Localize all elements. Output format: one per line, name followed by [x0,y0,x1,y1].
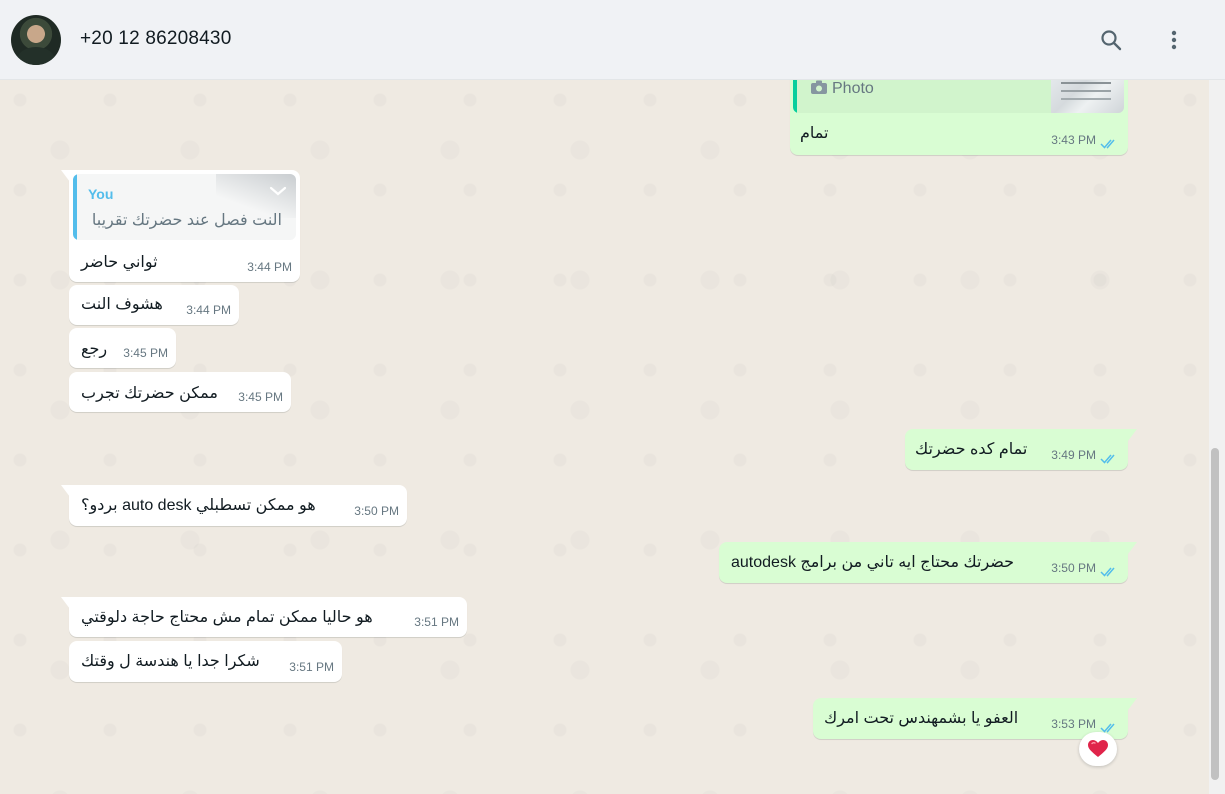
bubble-tail-incoming [61,597,70,609]
message-bubble-incoming[interactable]: You النت فصل عند حضرتك تقريبا ثواني حاضر… [69,170,300,282]
message-time: 3:51 PM [414,615,459,629]
message-time: 3:53 PM [1051,717,1096,731]
bubble-tail-outgoing [1128,698,1137,710]
quoted-message[interactable]: You النت فصل عند حضرتك تقريبا [73,174,296,240]
message-time: 3:44 PM [247,260,292,274]
avatar-figure [17,47,55,65]
message-text: رجع [81,341,108,358]
message-bubble-incoming[interactable]: هو حاليا ممكن تمام مش محتاج حاجة دلوقتي … [69,597,467,637]
message-text: هو ممكن تسطبلي auto desk بردو؟ [81,497,316,514]
quote-author: You [88,186,114,202]
contact-avatar[interactable] [11,15,61,65]
message-bubble-incoming[interactable]: ممكن حضرتك تجرب 3:45 PM [69,372,291,412]
scrollbar-thumb[interactable] [1211,448,1219,780]
contact-name[interactable]: +20 12 86208430 [80,28,231,50]
message-time: 3:45 PM [123,346,168,360]
message-text: حضرتك محتاج ايه تاني من برامج autodesk [731,554,1015,571]
bubble-tail-incoming [61,485,70,497]
message-bubble-outgoing[interactable]: العفو يا بشمهندس تحت امرك 3:53 PM [813,698,1128,739]
message-time: 3:44 PM [186,303,231,317]
camera-icon [811,80,827,94]
message-bubble-incoming[interactable]: هو ممكن تسطبلي auto desk بردو؟ 3:50 PM [69,485,407,526]
chat-header: +20 12 86208430 [0,0,1225,80]
read-ticks-icon [1100,139,1115,149]
quote-text: النت فصل عند حضرتك تقريبا [91,212,282,229]
message-bubble-outgoing[interactable]: Photo تمام 3:43 PM [790,70,1128,155]
message-text: هو حاليا ممكن تمام مش محتاج حاجة دلوقتي [81,609,373,626]
message-bubble-incoming[interactable]: شكرا جدا يا هندسة ل وقتك 3:51 PM [69,641,342,682]
message-text: تمام كده حضرتك [915,441,1028,458]
message-time: 3:43 PM [1051,133,1096,147]
message-text: ممكن حضرتك تجرب [81,385,218,402]
read-ticks-icon [1100,567,1115,577]
message-bubble-outgoing[interactable]: حضرتك محتاج ايه تاني من برامج autodesk 3… [719,542,1128,583]
message-bubble-outgoing[interactable]: تمام كده حضرتك 3:49 PM [905,429,1128,470]
message-bubble-incoming[interactable]: رجع 3:45 PM [69,328,176,368]
bubble-tail-outgoing [1128,429,1137,441]
bubble-tail-outgoing [1128,542,1137,554]
heart-reaction-icon [1088,740,1108,757]
message-text: هشوف النت [81,296,163,313]
reaction-badge[interactable] [1079,732,1117,766]
message-time: 3:45 PM [238,390,283,404]
read-ticks-icon [1100,454,1115,464]
search-button[interactable] [1095,24,1127,56]
message-time: 3:50 PM [1051,561,1096,575]
message-text: ثواني حاضر [81,254,158,271]
message-time: 3:49 PM [1051,448,1096,462]
quote-accent-bar [73,174,77,240]
message-text: تمام [800,125,829,142]
message-text: العفو يا بشمهندس تحت امرك [824,710,1019,727]
message-time: 3:51 PM [289,660,334,674]
message-time: 3:50 PM [354,504,399,518]
message-bubble-incoming[interactable]: هشوف النت 3:44 PM [69,285,239,325]
kebab-menu-icon [1171,30,1177,50]
bubble-tail-incoming [61,170,70,182]
quote-photo-label: Photo [832,80,874,97]
chevron-down-icon[interactable] [268,184,288,198]
message-text: شكرا جدا يا هندسة ل وقتك [81,653,260,670]
menu-button[interactable] [1158,24,1190,56]
search-icon [1101,30,1122,51]
